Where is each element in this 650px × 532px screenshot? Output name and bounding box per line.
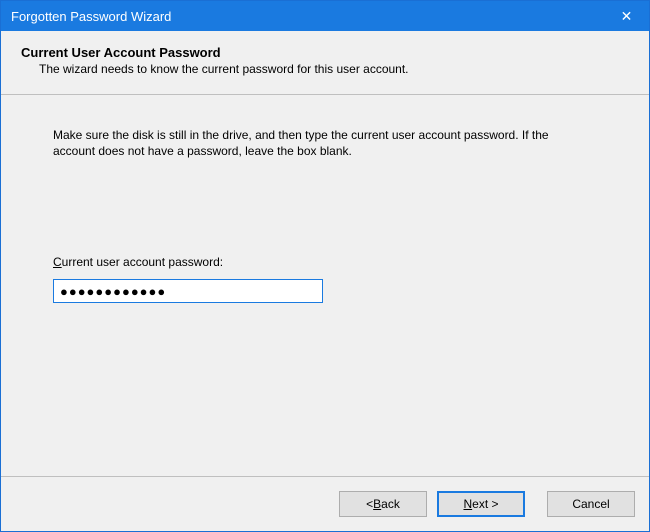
cancel-button[interactable]: Cancel (547, 491, 635, 517)
instructions-text: Make sure the disk is still in the drive… (53, 127, 553, 159)
next-button[interactable]: Next > (437, 491, 525, 517)
page-title: Current User Account Password (21, 45, 629, 60)
password-label: Current user account password: (53, 255, 597, 269)
wizard-window: Forgotten Password Wizard ✕ Current User… (0, 0, 650, 532)
wizard-content: Make sure the disk is still in the drive… (1, 95, 649, 477)
window-title: Forgotten Password Wizard (11, 9, 604, 24)
button-bar: < Back Next > Cancel (1, 477, 649, 531)
titlebar: Forgotten Password Wizard ✕ (1, 1, 649, 31)
back-button[interactable]: < Back (339, 491, 427, 517)
password-input[interactable] (53, 279, 323, 303)
wizard-header: Current User Account Password The wizard… (1, 31, 649, 95)
page-subtitle: The wizard needs to know the current pas… (21, 62, 629, 76)
close-icon[interactable]: ✕ (604, 1, 649, 31)
